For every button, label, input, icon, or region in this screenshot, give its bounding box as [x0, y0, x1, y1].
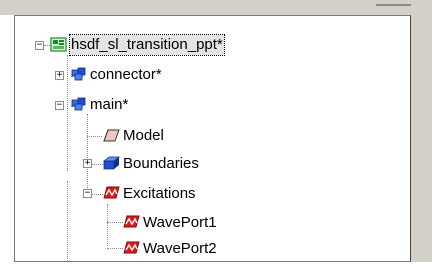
tree-connector: [67, 55, 68, 171]
design-icon: [71, 97, 86, 111]
window-right-border: [411, 0, 432, 269]
boundaries-icon: [103, 156, 121, 170]
tree-connector: [87, 114, 88, 194]
tree-connector: [107, 222, 123, 223]
tree-item-main-label[interactable]: main*: [90, 95, 128, 115]
tree-item-root-label[interactable]: hsdf_sl_transition_ppt*: [69, 34, 225, 56]
window-bottom-border: [0, 262, 432, 269]
project-tree[interactable]: − hsdf_sl_transition_ppt* + connector* −…: [14, 15, 411, 262]
tree-item-boundaries-label[interactable]: Boundaries: [123, 154, 199, 174]
boundaries-expander[interactable]: +: [83, 159, 92, 168]
root-expander[interactable]: −: [35, 41, 44, 50]
tree-item-waveport1-label[interactable]: WavePort1: [143, 213, 217, 233]
tree-connector: [67, 181, 68, 261]
tree-connector: [91, 164, 103, 165]
tree-item-waveport2-label[interactable]: WavePort2: [143, 239, 217, 259]
main-expander[interactable]: −: [55, 101, 64, 110]
connector-expander[interactable]: +: [55, 71, 64, 80]
project-icon: [50, 37, 67, 52]
excitations-expander[interactable]: −: [83, 189, 92, 198]
design-icon: [71, 67, 86, 81]
tree-connector: [107, 204, 108, 246]
waveport-icon: [123, 215, 140, 228]
model-icon: [103, 129, 120, 142]
waveport-icon: [123, 241, 140, 254]
window-top-edge: [376, 4, 411, 6]
tree-connector: [87, 136, 102, 137]
excitations-icon: [103, 186, 120, 199]
tree-connector: [91, 194, 103, 195]
window-top-bar: [0, 0, 432, 15]
tree-item-model-label[interactable]: Model: [123, 126, 164, 146]
tree-item-connector-label[interactable]: connector*: [90, 65, 162, 85]
tree-connector: [107, 248, 123, 249]
tree-item-excitations-label[interactable]: Excitations: [123, 184, 196, 204]
